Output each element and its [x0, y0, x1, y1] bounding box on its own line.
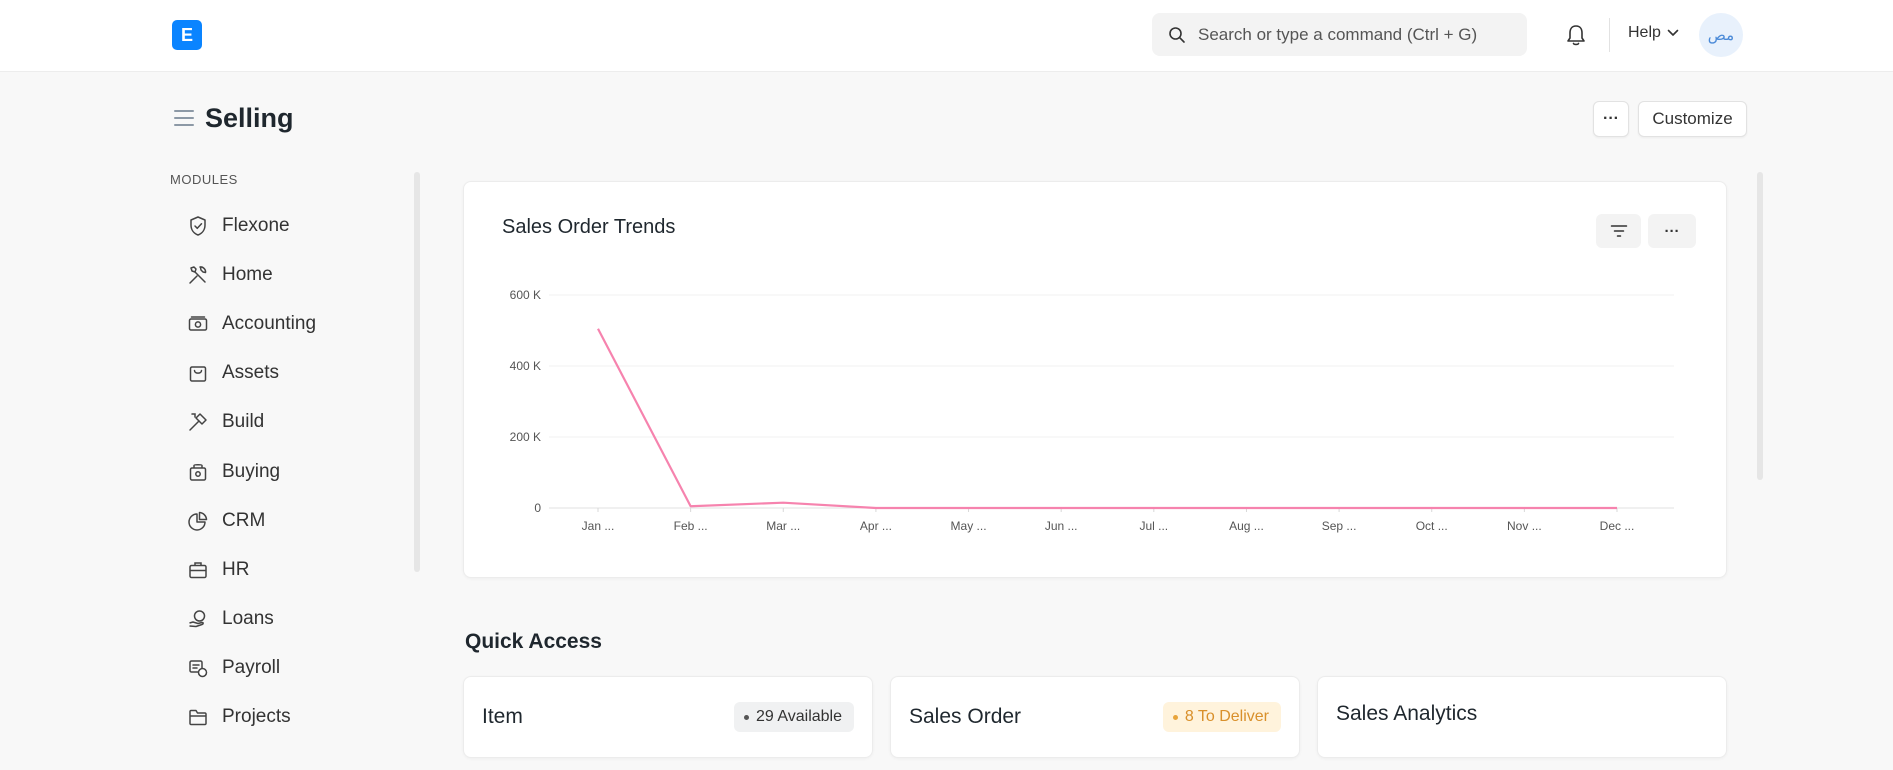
sales-order-trends-chart: 0 200 K 400 K 600 K Jan ... Feb ... Mar ... Apr…: [510, 288, 1674, 533]
badge-label: 8 To Deliver: [1184, 708, 1269, 725]
x-tick-label: Jan ...: [582, 519, 615, 533]
page-more-button[interactable]: ···: [1593, 101, 1629, 137]
sidebar-item-label: Buying: [222, 460, 281, 482]
briefcase-icon: [186, 558, 210, 582]
x-tick-label: May ...: [951, 519, 987, 533]
series-line: [597, 328, 1617, 510]
sidebar-item-accounting[interactable]: Accounting: [170, 299, 410, 348]
status-badge: 29 Available: [734, 702, 854, 732]
x-tick-label: Feb ...: [674, 519, 708, 533]
sidebar: MODULES Flexone Home Accounting Assets B…: [170, 172, 410, 742]
y-tick-label: 600 K: [510, 288, 541, 302]
tools-icon: [186, 263, 210, 287]
y-tick-label: 200 K: [510, 430, 541, 444]
sidebar-item-buying[interactable]: Buying: [170, 447, 410, 496]
sidebar-item-label: Home: [222, 263, 273, 285]
customize-button[interactable]: Customize: [1638, 101, 1747, 137]
sidebar-toggle-icon[interactable]: [174, 110, 194, 126]
sidebar-item-label: Assets: [222, 362, 280, 384]
sidebar-item-label: Projects: [222, 706, 291, 728]
bag-icon: [186, 361, 210, 385]
navbar: E Help مص: [0, 0, 1893, 72]
sidebar-item-loans[interactable]: Loans: [170, 595, 410, 644]
status-badge: 8 To Deliver: [1162, 702, 1281, 732]
x-tick-label: Mar ...: [766, 519, 800, 533]
shield-icon: [186, 214, 210, 238]
modules-section-label: MODULES: [170, 172, 238, 187]
nav-divider: [1609, 18, 1610, 52]
pie-chart-icon: [186, 509, 210, 533]
x-tick-label: Jun ...: [1045, 519, 1078, 533]
folder-icon: [186, 705, 210, 729]
sidebar-item-crm[interactable]: CRM: [170, 496, 410, 545]
sales-order-trends-card: Sales Order Trends ··· 0 200 K 400 K 600 KJ…: [463, 181, 1727, 578]
y-tick-label: 400 K: [510, 359, 541, 373]
search-input[interactable]: [1198, 24, 1498, 45]
sidebar-item-flexone[interactable]: Flexone: [170, 201, 410, 250]
card-title: Item: [482, 705, 523, 728]
quick-access-title: Quick Access: [465, 630, 602, 653]
quick-access-card-sales-analytics[interactable]: Sales Analytics: [1317, 676, 1727, 758]
status-dot-icon: [1172, 714, 1178, 720]
payroll-icon: [186, 656, 210, 680]
card-title: Sales Order: [909, 705, 1022, 728]
sidebar-item-label: Loans: [222, 608, 274, 630]
notifications-bell-icon[interactable]: [1563, 22, 1589, 48]
main-scrollbar[interactable]: [1757, 172, 1763, 480]
sidebar-item-build[interactable]: Build: [170, 398, 410, 447]
sidebar-item-label: Accounting: [222, 312, 317, 334]
x-tick-label: Jul ...: [1139, 519, 1168, 533]
sidebar-item-payroll[interactable]: Payroll: [170, 644, 410, 693]
app-logo[interactable]: E: [172, 20, 202, 50]
sidebar-item-label: Payroll: [222, 657, 281, 679]
card-title: Sales Analytics: [1336, 702, 1478, 725]
sidebar-item-label: Build: [222, 411, 265, 433]
x-tick-label: Nov ...: [1507, 519, 1542, 533]
sidebar-item-projects[interactable]: Projects: [170, 693, 410, 742]
sidebar-item-assets[interactable]: Assets: [170, 349, 410, 398]
money-icon: [186, 312, 210, 336]
help-menu[interactable]: Help: [1628, 24, 1679, 42]
chevron-down-icon: [1667, 29, 1679, 36]
badge-label: 29 Available: [756, 708, 842, 725]
sidebar-item-hr[interactable]: HR: [170, 545, 410, 594]
sidebar-item-label: HR: [222, 558, 250, 580]
status-dot-icon: [744, 714, 749, 720]
basket-icon: [186, 460, 210, 484]
quick-access-card-item[interactable]: Item 29 Available: [463, 676, 873, 758]
sidebar-item-label: CRM: [222, 509, 266, 531]
hand-coin-icon: [186, 607, 210, 631]
search-bar[interactable]: [1152, 13, 1527, 56]
x-tick-label: Dec ...: [1600, 519, 1635, 533]
help-label: Help: [1628, 24, 1661, 41]
x-tick-label: Aug ...: [1229, 519, 1264, 533]
x-tick-label: Oct ...: [1416, 519, 1448, 533]
search-icon: [1169, 26, 1185, 43]
y-tick-label: 0: [534, 501, 541, 515]
sidebar-item-home[interactable]: Home: [170, 250, 410, 299]
x-tick-label: Sep ...: [1322, 519, 1357, 533]
hammer-icon: [186, 410, 210, 434]
user-avatar[interactable]: مص: [1699, 13, 1743, 57]
sidebar-scrollbar[interactable]: [414, 172, 420, 572]
x-tick-label: Apr ...: [860, 519, 892, 533]
page-title: Selling: [205, 103, 294, 133]
quick-access-card-sales-order[interactable]: Sales Order 8 To Deliver: [890, 676, 1300, 758]
sidebar-item-label: Flexone: [222, 214, 290, 236]
